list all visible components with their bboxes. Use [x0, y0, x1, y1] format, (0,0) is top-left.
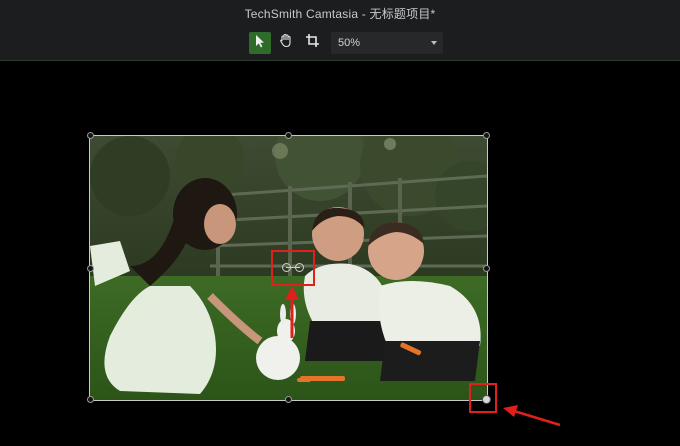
chevron-down-icon: [431, 41, 437, 45]
resize-handle-right[interactable]: [483, 265, 490, 272]
toolbar-area: TechSmith Camtasia - 无标题项目* 50%: [0, 0, 680, 61]
canvas-tools: [249, 32, 327, 54]
crop-tool-button[interactable]: [301, 32, 323, 54]
resize-handle-top[interactable]: [285, 132, 292, 139]
select-tool-button[interactable]: [249, 32, 271, 54]
resize-handle-bottom[interactable]: [285, 396, 292, 403]
annotation-box-corner: [469, 383, 497, 413]
resize-handle-top-left[interactable]: [87, 132, 94, 139]
zoom-select[interactable]: 50%: [331, 32, 443, 54]
annotation-box-center: [271, 250, 315, 286]
window-title: TechSmith Camtasia - 无标题项目*: [244, 7, 436, 21]
pan-tool-button[interactable]: [275, 32, 297, 54]
resize-handle-top-right[interactable]: [483, 132, 490, 139]
resize-handle-bottom-left[interactable]: [87, 396, 94, 403]
hand-pan-icon: [279, 33, 293, 53]
arrow-pointer-icon: [254, 34, 266, 53]
zoom-value: 50%: [338, 37, 361, 49]
crop-icon: [305, 33, 320, 53]
resize-handle-left[interactable]: [87, 265, 94, 272]
